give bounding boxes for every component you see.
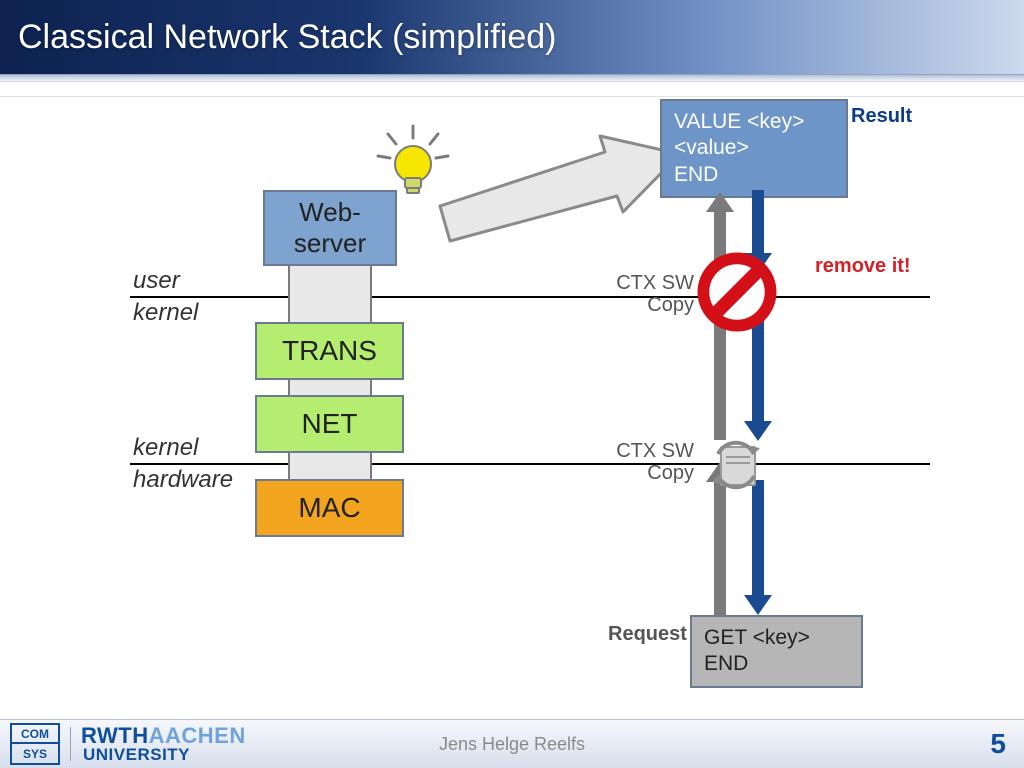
boundary-kernel-hardware <box>130 463 930 465</box>
boundary-label-kernel-top: kernel <box>133 299 198 327</box>
box-trans: TRANS <box>255 322 404 380</box>
request-box-text: GET <key> END <box>704 625 849 678</box>
label-copy-1: Copy <box>630 294 694 317</box>
label-ctx-sw-2: CTX SW <box>614 440 694 463</box>
comsys-logo: COM SYS <box>10 723 60 765</box>
box-web-server-label: Web- server <box>294 197 366 259</box>
footer: COM SYS RWTHAACHEN UNIVERSITY Jens Helge… <box>0 719 1024 768</box>
title-divider <box>0 74 1024 82</box>
page-title: Classical Network Stack (simplified) <box>0 18 556 57</box>
label-copy-2: Copy <box>630 462 694 485</box>
box-mac: MAC <box>255 479 404 537</box>
label-request: Request <box>608 623 687 646</box>
boundary-label-user: user <box>133 267 180 295</box>
box-net-label: NET <box>302 408 358 440</box>
boundary-user-kernel <box>130 296 930 298</box>
comsys-top: COM <box>12 725 58 744</box>
label-ctx-sw-1: CTX SW <box>614 272 694 295</box>
label-remove-it: remove it! <box>815 255 911 278</box>
comsys-bottom: SYS <box>12 744 58 763</box>
thin-divider <box>0 96 1024 97</box>
box-net: NET <box>255 395 404 453</box>
request-box: GET <key> END <box>690 615 863 688</box>
title-bar: Classical Network Stack (simplified) <box>0 0 1024 74</box>
slide: Classical Network Stack (simplified) use… <box>0 0 1024 768</box>
boundary-label-kernel-bottom: kernel <box>133 434 198 462</box>
box-mac-label: MAC <box>298 492 360 524</box>
result-box: VALUE <key> <value> END <box>660 99 848 198</box>
footer-page: 5 <box>990 728 1024 760</box>
footer-separator <box>70 727 71 761</box>
box-trans-label: TRANS <box>282 335 377 367</box>
prohibit-icon <box>695 250 779 334</box>
rwth-logo: RWTHAACHEN UNIVERSITY <box>81 723 246 765</box>
ctx-switch-icon <box>708 436 764 492</box>
boundary-label-hardware: hardware <box>133 466 233 494</box>
result-box-text: VALUE <key> <value> END <box>674 109 834 188</box>
label-result: Result <box>851 105 912 128</box>
arrow-to-result <box>435 126 685 251</box>
